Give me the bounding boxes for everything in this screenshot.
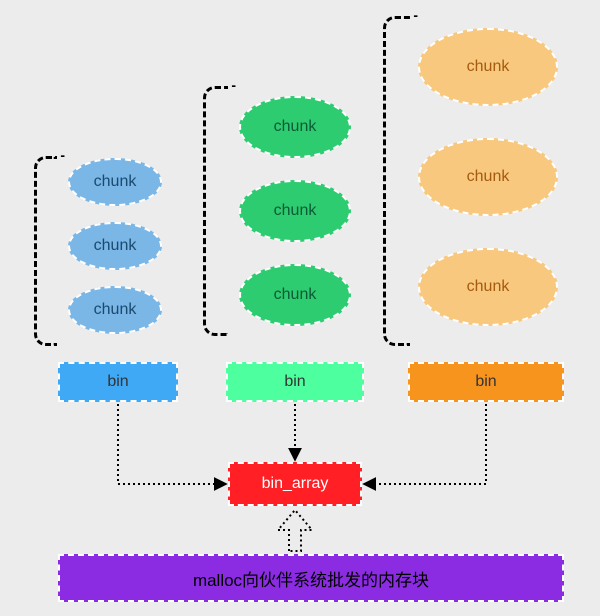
chunk-label: chunk xyxy=(94,237,137,255)
arrow-blue-to-array xyxy=(118,404,225,484)
bin-label: bin xyxy=(475,373,496,391)
chunk-orange-0: chunk xyxy=(418,28,558,106)
chunk-blue-2: chunk xyxy=(68,286,162,334)
chunk-label: chunk xyxy=(274,202,317,220)
bin-label: bin xyxy=(107,373,128,391)
chunk-blue-1: chunk xyxy=(68,222,162,270)
bin-blue: bin xyxy=(58,362,178,402)
bin-array-label: bin_array xyxy=(262,475,329,493)
bin-green: bin xyxy=(226,362,364,402)
malloc-label: malloc向伙伴系统批发的内存块 xyxy=(193,566,429,591)
chunk-label: chunk xyxy=(94,301,137,319)
chunk-blue-0: chunk xyxy=(68,158,162,206)
brace-orange: - xyxy=(383,16,410,346)
chunk-green-0: chunk xyxy=(239,96,351,158)
chunk-label: chunk xyxy=(467,58,510,76)
bin-orange: bin xyxy=(408,362,564,402)
chunk-label: chunk xyxy=(274,286,317,304)
chunk-green-1: chunk xyxy=(239,180,351,242)
bin-label: bin xyxy=(284,373,305,391)
chunk-label: chunk xyxy=(94,173,137,191)
chunk-label: chunk xyxy=(467,278,510,296)
bin-array: bin_array xyxy=(228,462,362,506)
chunk-label: chunk xyxy=(467,168,510,186)
chunk-orange-1: chunk xyxy=(418,138,558,216)
brace-green: - xyxy=(203,86,228,336)
chunk-orange-2: chunk xyxy=(418,248,558,326)
brace-blue: - xyxy=(34,156,57,346)
arrow-orange-to-array xyxy=(365,404,486,484)
chunk-label: chunk xyxy=(274,118,317,136)
chunk-green-2: chunk xyxy=(239,264,351,326)
arrow-malloc-to-array xyxy=(278,510,312,551)
malloc-block: malloc向伙伴系统批发的内存块 xyxy=(58,554,564,602)
